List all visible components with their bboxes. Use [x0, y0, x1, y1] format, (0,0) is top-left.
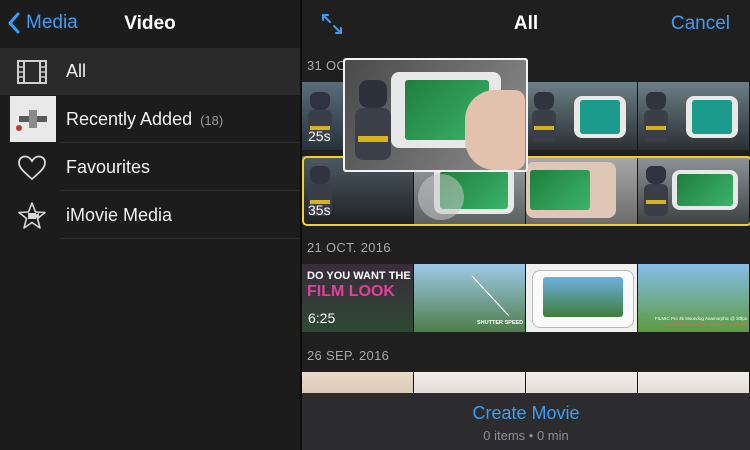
- batman-figure: [644, 166, 668, 216]
- clip-preview-popup: [343, 58, 528, 172]
- sidebar-title: Video: [124, 13, 176, 34]
- shutter-caption: SHUTTER SPEED: [477, 320, 524, 326]
- phone-image: [686, 96, 738, 138]
- clip-duration: 35s: [308, 202, 331, 218]
- phone-image: [672, 170, 738, 210]
- clip-frame: DO YOU WANT THE FILM LOOK 6:25: [302, 264, 414, 332]
- clip-frame: [638, 156, 750, 224]
- sidebar-item-favourites[interactable]: Favourites: [0, 144, 300, 191]
- divider: [60, 142, 300, 143]
- preview-frame: [345, 60, 526, 170]
- clip-frame: SHUTTER SPEED: [414, 264, 526, 332]
- browser-header: All Cancel: [302, 0, 750, 48]
- clip-duration: 25s: [308, 128, 331, 144]
- filmic-caption-line2: Shot without ND Filter - Shutter = 1/200…: [662, 322, 747, 327]
- clip-frame: FILMIC Pro 4k Moondog Anamorphic @ 30fps…: [638, 264, 750, 332]
- selection-status: 0 items • 0 min: [483, 428, 569, 443]
- phone-image: [532, 270, 634, 328]
- sidebar-item-all[interactable]: All: [0, 48, 300, 95]
- section-date: 21 OCT. 2016: [307, 240, 391, 255]
- phone-image: [574, 96, 626, 138]
- filmic-caption-line1: FILMIC Pro 4k Moondog Anamorphic @ 30fps: [654, 316, 747, 321]
- sidebar-item-imovie-media[interactable]: iMovie Media: [0, 192, 300, 239]
- batman-figure: [532, 92, 556, 142]
- batman-figure: [644, 92, 668, 142]
- batman-figure: [355, 80, 391, 160]
- sidebar-item-label: All: [66, 61, 87, 81]
- filmic-caption: FILMIC Pro 4k Moondog Anamorphic @ 30fps…: [641, 316, 747, 328]
- hand-image: [465, 90, 525, 170]
- recently-added-count: (18): [200, 113, 224, 128]
- clip-strip-3[interactable]: DO YOU WANT THE FILM LOOK 6:25 SHUTTER S…: [302, 264, 750, 332]
- clip-frame: [526, 156, 638, 224]
- thumbnail-overlay-title: FILM LOOK: [307, 283, 395, 300]
- divider: [60, 190, 300, 191]
- clip-frame: [526, 82, 638, 150]
- playhead-scrubber[interactable]: [418, 174, 464, 220]
- sidebar-item-label: iMovie Media: [66, 205, 173, 225]
- hand-image: [526, 162, 616, 218]
- sidebar-item-label: Recently Added (18): [66, 109, 223, 130]
- cancel-button[interactable]: Cancel: [671, 13, 730, 35]
- sidebar-item-label: Favourites: [66, 157, 151, 177]
- film-icon: [14, 56, 50, 88]
- clip-frame: [526, 264, 638, 332]
- star-icon: [14, 200, 50, 232]
- sidebar-header: Media Video: [0, 0, 300, 48]
- heart-icon: [14, 152, 50, 184]
- section-date: 26 SEP. 2016: [307, 348, 390, 363]
- create-movie-button[interactable]: Create Movie: [302, 403, 750, 424]
- thumbnail-overlay-text: DO YOU WANT THE: [307, 270, 411, 282]
- sidebar: Media Video All Recently Added (18) Favou…: [0, 0, 300, 450]
- clip-duration: 6:25: [308, 310, 336, 326]
- section-date: 31 OC: [307, 58, 347, 73]
- sidebar-item-recently-added[interactable]: Recently Added (18): [0, 96, 300, 143]
- divider: [60, 238, 300, 239]
- recently-added-label: Recently Added: [66, 109, 193, 129]
- recently-added-thumbnail: [10, 96, 56, 142]
- bottom-bar: Create Movie 0 items • 0 min: [302, 393, 750, 450]
- clip-frame: [638, 82, 750, 150]
